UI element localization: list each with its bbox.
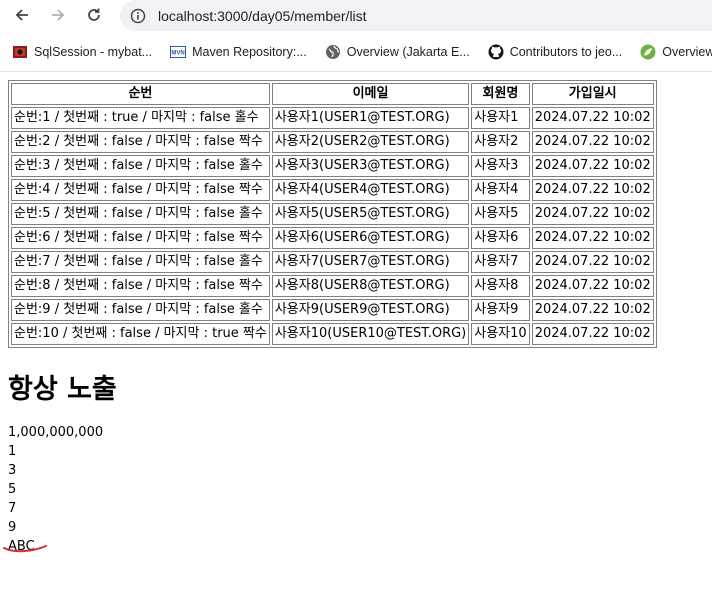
- cell-regdate: 2024.07.22 10:02: [531, 299, 654, 321]
- cell-email: 사용자8(USER8@TEST.ORG): [271, 275, 470, 297]
- cell-name: 사용자3: [471, 155, 530, 177]
- table-row: 순번:4 / 첫번째 : false / 마지막 : false 짝수 사용자4…: [11, 179, 654, 201]
- table-row: 순번:8 / 첫번째 : false / 마지막 : false 짝수 사용자8…: [11, 275, 654, 297]
- cell-regdate: 2024.07.22 10:02: [531, 131, 654, 153]
- reload-icon: [88, 8, 100, 21]
- bookmark-jakarta[interactable]: Overview (Jakarta E...: [325, 44, 470, 60]
- arrow-left-icon: [15, 9, 28, 21]
- page-content: 순번 이메일 회원명 가입일시 순번:1 / 첫번째 : true / 마지막 …: [3, 80, 657, 554]
- cell-seq: 순번:6 / 첫번째 : false / 마지막 : false 짝수: [11, 227, 270, 249]
- reload-button[interactable]: [82, 3, 106, 27]
- table-row: 순번:5 / 첫번째 : false / 마지막 : false 홀수 사용자5…: [11, 203, 654, 225]
- table-row: 순번:10 / 첫번째 : false / 마지막 : true 짝수 사용자1…: [11, 323, 654, 345]
- bookmark-label: Overview (Jakarta E...: [346, 44, 470, 59]
- output-lines: 1,000,000,000 1 3 5 7 9 ABC: [3, 423, 104, 556]
- cell-regdate: 2024.07.22 10:02: [531, 323, 654, 345]
- bookmarks-bar: SqlSession - mybat... MVN Maven Reposito…: [0, 32, 712, 72]
- table-header-row: 순번 이메일 회원명 가입일시: [11, 83, 654, 105]
- table-row: 순번:6 / 첫번째 : false / 마지막 : false 짝수 사용자6…: [11, 227, 654, 249]
- bookmark-sqlsession[interactable]: SqlSession - mybat...: [12, 44, 152, 60]
- cell-name: 사용자5: [471, 203, 530, 225]
- cell-name: 사용자8: [471, 275, 530, 297]
- cell-seq: 순번:2 / 첫번째 : false / 마지막 : false 짝수: [11, 131, 270, 153]
- mybatis-favicon: [13, 45, 27, 58]
- bookmark-label: SqlSession - mybat...: [34, 44, 153, 59]
- forward-button[interactable]: [46, 3, 70, 27]
- url-text[interactable]: localhost:3000/day05/member/list: [158, 8, 367, 24]
- bookmark-label: Contributors to jeo...: [509, 44, 623, 59]
- cell-name: 사용자2: [471, 131, 530, 153]
- table-row: 순번:1 / 첫번째 : true / 마지막 : false 홀수 사용자1(…: [11, 107, 654, 129]
- cell-name: 사용자1: [471, 107, 530, 129]
- cell-regdate: 2024.07.22 10:02: [531, 155, 654, 177]
- browser-toolbar: localhost:3000/day05/member/list: [0, 0, 712, 32]
- back-button[interactable]: [10, 3, 34, 27]
- globe-icon: [325, 44, 340, 59]
- page-heading: 항상 노출: [8, 374, 117, 405]
- cell-regdate: 2024.07.22 10:02: [531, 275, 654, 297]
- cell-email: 사용자5(USER5@TEST.ORG): [271, 203, 470, 225]
- bookmark-label: Overview (Sp: [662, 44, 712, 59]
- output-line: 1: [8, 444, 17, 459]
- table-row: 순번:3 / 첫번째 : false / 마지막 : false 홀수 사용자3…: [11, 155, 654, 177]
- output-line: 5: [8, 482, 17, 497]
- cell-regdate: 2024.07.22 10:02: [531, 107, 654, 129]
- svg-text:MVN: MVN: [171, 50, 184, 56]
- github-icon: [488, 44, 504, 59]
- cell-seq: 순번:5 / 첫번째 : false / 마지막 : false 홀수: [11, 203, 270, 225]
- output-line: 3: [8, 463, 17, 478]
- cell-email: 사용자1(USER1@TEST.ORG): [271, 107, 470, 129]
- info-icon[interactable]: [130, 8, 146, 24]
- address-bar[interactable]: localhost:3000/day05/member/list: [120, 0, 712, 31]
- cell-name: 사용자9: [471, 299, 530, 321]
- cell-regdate: 2024.07.22 10:02: [531, 227, 654, 249]
- cell-name: 사용자10: [471, 323, 530, 345]
- spring-icon: [640, 44, 656, 59]
- output-line: 1,000,000,000: [8, 425, 104, 440]
- cell-seq: 순번:8 / 첫번째 : false / 마지막 : false 짝수: [11, 275, 270, 297]
- member-table: 순번 이메일 회원명 가입일시 순번:1 / 첫번째 : true / 마지막 …: [8, 80, 657, 348]
- cell-email: 사용자6(USER6@TEST.ORG): [271, 227, 470, 249]
- maven-favicon: MVN: [170, 45, 187, 58]
- table-row: 순번:2 / 첫번째 : false / 마지막 : false 짝수 사용자2…: [11, 131, 654, 153]
- table-row: 순번:9 / 첫번째 : false / 마지막 : false 홀수 사용자9…: [11, 299, 654, 321]
- cell-seq: 순번:1 / 첫번째 : true / 마지막 : false 홀수: [11, 107, 270, 129]
- cell-email: 사용자3(USER3@TEST.ORG): [271, 155, 470, 177]
- column-header-email: 이메일: [271, 83, 470, 105]
- cell-email: 사용자4(USER4@TEST.ORG): [271, 179, 470, 201]
- cell-email: 사용자9(USER9@TEST.ORG): [271, 299, 470, 321]
- bookmark-spring[interactable]: Overview (Sp: [640, 44, 712, 60]
- cell-email: 사용자10(USER10@TEST.ORG): [271, 323, 470, 345]
- cell-regdate: 2024.07.22 10:02: [531, 251, 654, 273]
- column-header-name: 회원명: [471, 83, 530, 105]
- table-row: 순번:7 / 첫번째 : false / 마지막 : false 홀수 사용자7…: [11, 251, 654, 273]
- cell-seq: 순번:7 / 첫번째 : false / 마지막 : false 홀수: [11, 251, 270, 273]
- output-line: 9: [8, 520, 17, 535]
- bookmark-label: Maven Repository:...: [192, 44, 307, 59]
- cell-regdate: 2024.07.22 10:02: [531, 179, 654, 201]
- output-line: 7: [8, 501, 17, 516]
- cell-email: 사용자2(USER2@TEST.ORG): [271, 131, 470, 153]
- bookmark-contributors[interactable]: Contributors to jeo...: [488, 44, 623, 60]
- cell-seq: 순번:10 / 첫번째 : false / 마지막 : true 짝수: [11, 323, 270, 345]
- arrow-right-icon: [52, 9, 65, 21]
- red-underline-mark: [3, 545, 47, 553]
- cell-regdate: 2024.07.22 10:02: [531, 203, 654, 225]
- cell-name: 사용자7: [471, 251, 530, 273]
- bookmark-maven[interactable]: MVN Maven Repository:...: [170, 44, 307, 60]
- cell-seq: 순번:9 / 첫번째 : false / 마지막 : false 홀수: [11, 299, 270, 321]
- cell-email: 사용자7(USER7@TEST.ORG): [271, 251, 470, 273]
- column-header-regdate: 가입일시: [531, 83, 654, 105]
- column-header-seq: 순번: [11, 83, 270, 105]
- cell-seq: 순번:3 / 첫번째 : false / 마지막 : false 홀수: [11, 155, 270, 177]
- cell-name: 사용자4: [471, 179, 530, 201]
- cell-name: 사용자6: [471, 227, 530, 249]
- cell-seq: 순번:4 / 첫번째 : false / 마지막 : false 짝수: [11, 179, 270, 201]
